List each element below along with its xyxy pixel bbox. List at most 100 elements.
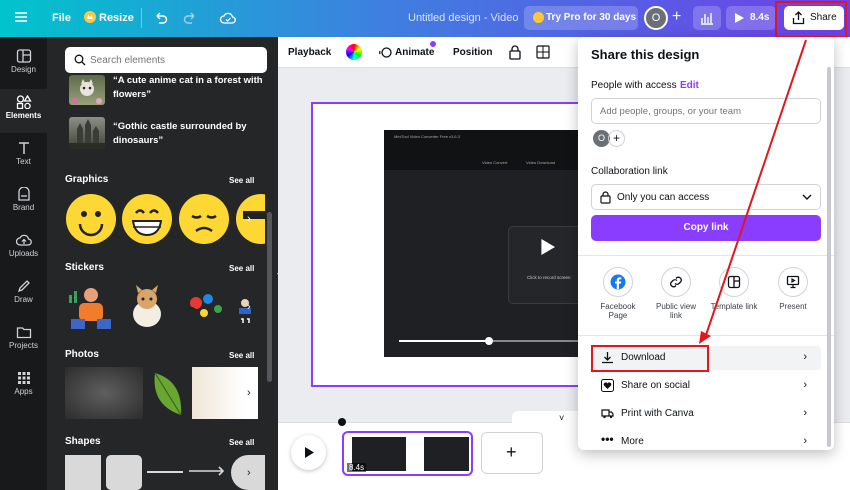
more-row[interactable]: ••• More ›: [591, 430, 821, 450]
play-preview-button[interactable]: 8.4s: [726, 6, 776, 30]
search-input[interactable]: [90, 51, 260, 69]
playback-button[interactable]: Playback: [288, 47, 331, 58]
animate-icon[interactable]: [379, 46, 392, 59]
search-box[interactable]: [65, 47, 267, 73]
chevron-right-icon[interactable]: ›: [247, 467, 251, 479]
photo-dark-texture[interactable]: [65, 367, 143, 419]
shape-square[interactable]: [65, 455, 101, 490]
lock-icon[interactable]: [508, 45, 522, 60]
video-progress-handle[interactable]: [485, 337, 493, 345]
add-people-input[interactable]: [600, 103, 810, 119]
uploads-icon: [15, 234, 32, 246]
rail-apps[interactable]: Apps: [0, 365, 47, 409]
rail-uploads[interactable]: Uploads: [0, 227, 47, 271]
position-button[interactable]: Position: [453, 47, 492, 58]
access-select[interactable]: Only you can access: [591, 184, 821, 210]
print-with-canva-row[interactable]: Print with Canva ›: [591, 402, 821, 426]
option-template-link[interactable]: Template link: [709, 267, 759, 311]
divider: [141, 8, 142, 28]
rail-label: Design: [11, 65, 36, 74]
crown-icon: [533, 12, 544, 23]
brand-icon: [17, 187, 30, 201]
ai-image-cat-thumbnail[interactable]: [69, 75, 105, 105]
divider: [578, 335, 834, 336]
link-icon: [661, 267, 691, 297]
share-panel-scrollbar[interactable]: [827, 67, 831, 447]
rail-draw[interactable]: Draw: [0, 273, 47, 317]
option-label: Facebook Page: [600, 302, 636, 320]
see-all-shapes[interactable]: See all: [229, 438, 254, 447]
video-progress-track[interactable]: [399, 337, 579, 345]
avatar[interactable]: O: [644, 6, 668, 30]
rail-label: Projects: [9, 341, 38, 350]
add-collaborator-icon[interactable]: +: [672, 8, 681, 26]
shape-arrow[interactable]: [189, 465, 227, 477]
try-pro-button[interactable]: Try Pro for 30 days: [524, 6, 638, 30]
transparency-icon[interactable]: [536, 45, 550, 60]
graphic-sad[interactable]: [178, 193, 230, 245]
design-title[interactable]: Untitled design - Video: [408, 12, 518, 24]
timeline-clip[interactable]: 8.4s: [342, 431, 473, 476]
shape-rounded-square[interactable]: [106, 455, 142, 490]
ai-prompt-text[interactable]: “A cute anime cat in a forest with flowe…: [113, 74, 263, 102]
present-icon: [778, 267, 808, 297]
edit-access-link[interactable]: Edit: [680, 80, 699, 91]
video-tab: Video Download: [526, 160, 556, 165]
record-box: Click to record screen: [508, 226, 584, 304]
graphic-smiley[interactable]: [65, 193, 117, 245]
playhead-marker[interactable]: [338, 418, 346, 426]
rail-projects[interactable]: Projects: [0, 319, 47, 363]
annotation-share-highlight: [775, 1, 847, 38]
shape-line[interactable]: [147, 471, 183, 473]
menu-icon[interactable]: [14, 10, 32, 27]
graphic-grin[interactable]: [121, 193, 173, 245]
file-menu[interactable]: File: [52, 12, 71, 24]
template-icon: [719, 267, 749, 297]
video-element[interactable]: MiniTool Video Converter Free v3.6.3 Vid…: [384, 130, 584, 357]
chevron-right-icon[interactable]: ›: [247, 387, 251, 399]
timeline-play-button[interactable]: [291, 435, 326, 470]
ai-prompt-text[interactable]: “Gothic castle surrounded by dinosaurs”: [113, 120, 263, 148]
row-label: Share on social: [621, 380, 690, 391]
undo-icon[interactable]: [153, 10, 169, 26]
crown-icon: [84, 11, 96, 23]
add-page-button[interactable]: +: [481, 432, 543, 474]
chevron-right-icon[interactable]: ›: [247, 301, 251, 313]
rail-elements[interactable]: Elements: [0, 89, 47, 133]
ai-image-castle-thumbnail[interactable]: [69, 117, 105, 149]
resize-button[interactable]: Resize: [99, 12, 134, 24]
rail-label: Elements: [5, 111, 42, 120]
share-on-social-row[interactable]: Share on social ›: [591, 374, 821, 398]
plus-icon: +: [506, 442, 517, 462]
add-person-icon[interactable]: +: [608, 130, 625, 147]
chevron-right-icon[interactable]: ›: [247, 213, 251, 225]
row-label: Print with Canva: [621, 408, 694, 419]
option-present[interactable]: Present: [768, 267, 818, 311]
sticker-dog[interactable]: [121, 281, 173, 333]
photo-leaf[interactable]: [147, 367, 189, 419]
option-facebook-page[interactable]: Facebook Page: [593, 267, 643, 320]
rail-design[interactable]: Design: [0, 43, 47, 87]
see-all-photos[interactable]: See all: [229, 351, 254, 360]
see-all-graphics[interactable]: See all: [229, 176, 254, 185]
sticker-shapes[interactable]: [178, 281, 230, 333]
panel-scrollbar[interactable]: [267, 212, 272, 382]
rail-text[interactable]: Text: [0, 135, 47, 179]
animate-button[interactable]: Animate: [395, 47, 434, 58]
redo-icon[interactable]: [182, 10, 198, 26]
design-icon: [16, 49, 31, 63]
share-panel: Share this design People with access Edi…: [578, 37, 834, 450]
chevron-right-icon: ›: [803, 351, 807, 363]
rail-label: Draw: [14, 295, 33, 304]
rail-label: Text: [16, 157, 31, 166]
insights-button[interactable]: [693, 6, 721, 30]
cloud-saved-icon[interactable]: [219, 10, 237, 26]
color-wheel-icon[interactable]: [346, 44, 362, 60]
option-public-view-link[interactable]: Public view link: [651, 267, 701, 320]
sticker-workers[interactable]: [65, 281, 117, 333]
see-all-stickers[interactable]: See all: [229, 264, 254, 273]
copy-link-button[interactable]: Copy link: [591, 215, 821, 241]
elements-panel: “A cute anime cat in a forest with flowe…: [47, 37, 278, 490]
add-people-field[interactable]: [591, 98, 821, 124]
rail-brand[interactable]: Brand: [0, 181, 47, 225]
